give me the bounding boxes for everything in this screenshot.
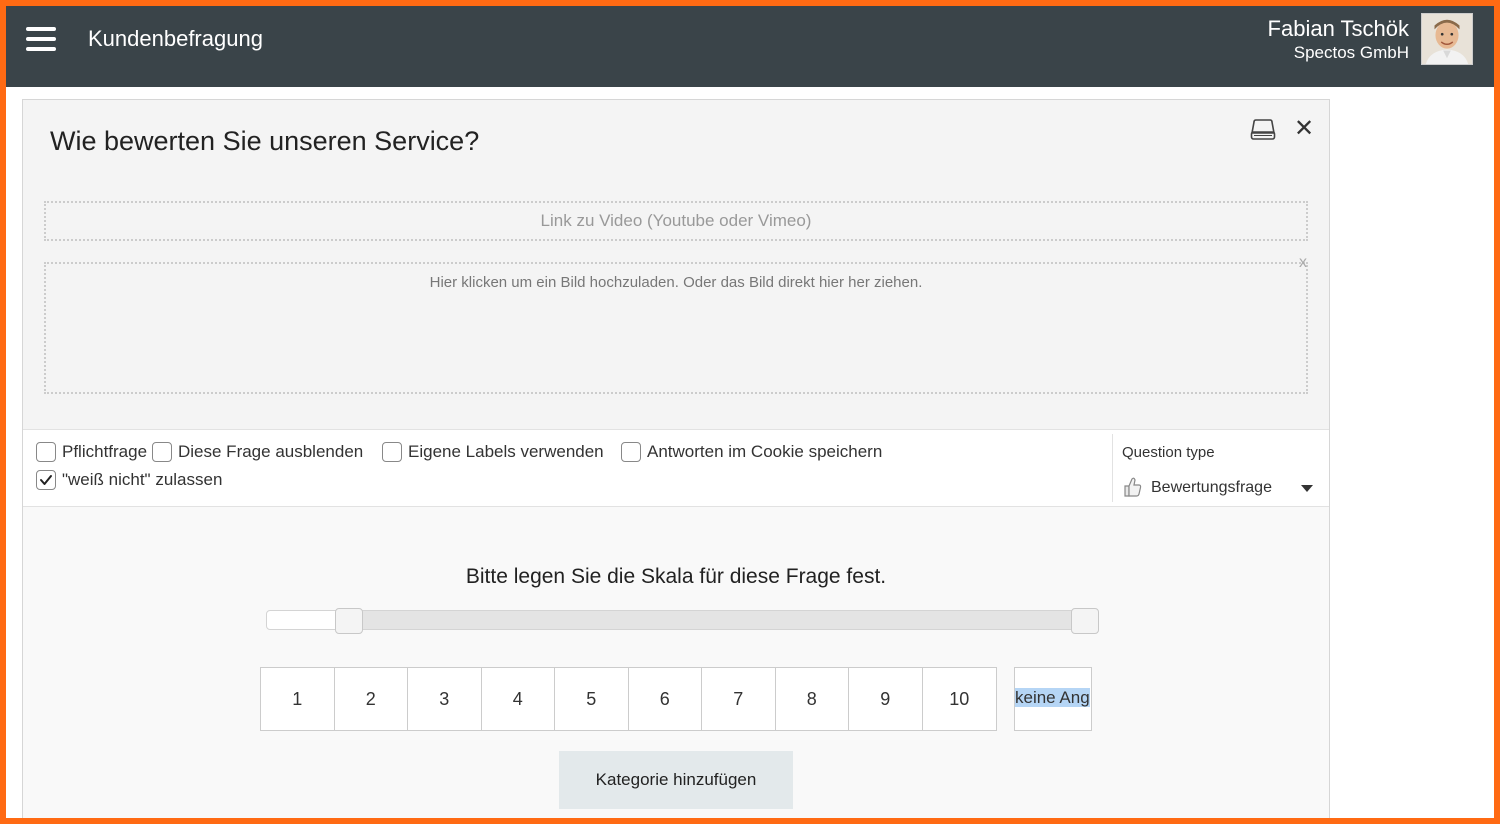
checkmark-icon <box>40 475 52 485</box>
checkbox-required[interactable] <box>36 442 56 462</box>
option-label: Pflichtfrage <box>62 442 148 461</box>
no-answer-cell[interactable]: keine Ang <box>1014 667 1092 731</box>
option-cookie-answers[interactable]: Antworten im Cookie speichern <box>621 442 882 462</box>
scale-value[interactable]: 9 <box>849 668 923 730</box>
close-icon[interactable]: ✕ <box>1294 115 1314 143</box>
option-label: Antworten im Cookie speichern <box>647 442 883 461</box>
scale-value[interactable]: 4 <box>482 668 555 730</box>
app-frame: Kundenbefragung Fabian Tschök Spectos Gm… <box>6 6 1494 818</box>
question-type-label: Question type <box>1122 444 1215 461</box>
user-company: Spectos GmbH <box>1293 43 1409 62</box>
scale-values: 1 2 3 4 5 6 7 8 9 10 <box>260 667 997 731</box>
question-options: Pflichtfrage Diese Frage ausblenden Eige… <box>23 430 1329 507</box>
scale-value[interactable]: 1 <box>261 668 335 730</box>
option-custom-labels[interactable]: Eigene Labels verwenden <box>382 442 604 462</box>
top-bar: Kundenbefragung Fabian Tschök Spectos Gm… <box>6 6 1494 87</box>
avatar[interactable] <box>1421 13 1473 65</box>
scale-range-slider[interactable] <box>266 608 1099 634</box>
checkbox-cookie-answers[interactable] <box>621 442 641 462</box>
slider-max-handle[interactable] <box>1071 608 1099 634</box>
question-card: Wie bewerten Sie unseren Service? ✕ Hier… <box>22 99 1330 818</box>
no-answer-input[interactable]: keine Ang <box>1015 688 1091 710</box>
slider-range <box>349 611 1085 629</box>
slider-min-handle[interactable] <box>335 608 363 634</box>
checkbox-custom-labels[interactable] <box>382 442 402 462</box>
option-required[interactable]: Pflichtfrage <box>36 442 147 462</box>
question-type-select[interactable]: Bewertungsfrage <box>1122 476 1322 502</box>
question-type-panel: Question type Bewertungsfrage <box>1112 434 1329 502</box>
storage-icon[interactable] <box>1250 119 1276 141</box>
app-title: Kundenbefragung <box>88 26 263 51</box>
upload-hint: Hier klicken um ein Bild hochzuladen. Od… <box>429 274 923 291</box>
video-link-input[interactable] <box>44 201 1308 241</box>
add-category-button[interactable]: Kategorie hinzufügen <box>559 751 793 809</box>
option-label: "weiß nicht" zulassen <box>62 470 223 489</box>
no-answer-text: keine Ang <box>1015 688 1090 707</box>
scale-value[interactable]: 6 <box>629 668 702 730</box>
user-photo-icon <box>1422 14 1472 64</box>
menu-icon[interactable] <box>26 27 56 51</box>
user-name[interactable]: Fabian Tschök <box>1268 16 1409 42</box>
scale-value[interactable]: 10 <box>923 668 997 730</box>
scale-value[interactable]: 5 <box>555 668 629 730</box>
image-upload-dropzone[interactable]: Hier klicken um ein Bild hochzuladen. Od… <box>44 262 1308 394</box>
option-label: Diese Frage ausblenden <box>178 442 364 461</box>
checkbox-hide-question[interactable] <box>152 442 172 462</box>
remove-image-icon[interactable]: x <box>1299 254 1307 272</box>
question-type-value: Bewertungsfrage <box>1151 479 1272 496</box>
scale-value[interactable]: 8 <box>776 668 849 730</box>
option-allow-dont-know[interactable]: "weiß nicht" zulassen <box>36 470 222 490</box>
scale-value[interactable]: 2 <box>335 668 408 730</box>
option-hide-question[interactable]: Diese Frage ausblenden <box>152 442 363 462</box>
scale-value[interactable]: 3 <box>408 668 482 730</box>
question-title[interactable]: Wie bewerten Sie unseren Service? <box>50 126 479 157</box>
checkbox-allow-dont-know[interactable] <box>36 470 56 490</box>
thumbs-up-icon <box>1124 477 1142 497</box>
question-header: Wie bewerten Sie unseren Service? ✕ Hier… <box>23 100 1329 430</box>
scale-instruction: Bitte legen Sie die Skala für diese Frag… <box>465 565 887 588</box>
chevron-down-icon[interactable] <box>1301 485 1313 492</box>
scale-value[interactable]: 7 <box>702 668 776 730</box>
option-label: Eigene Labels verwenden <box>408 442 604 461</box>
